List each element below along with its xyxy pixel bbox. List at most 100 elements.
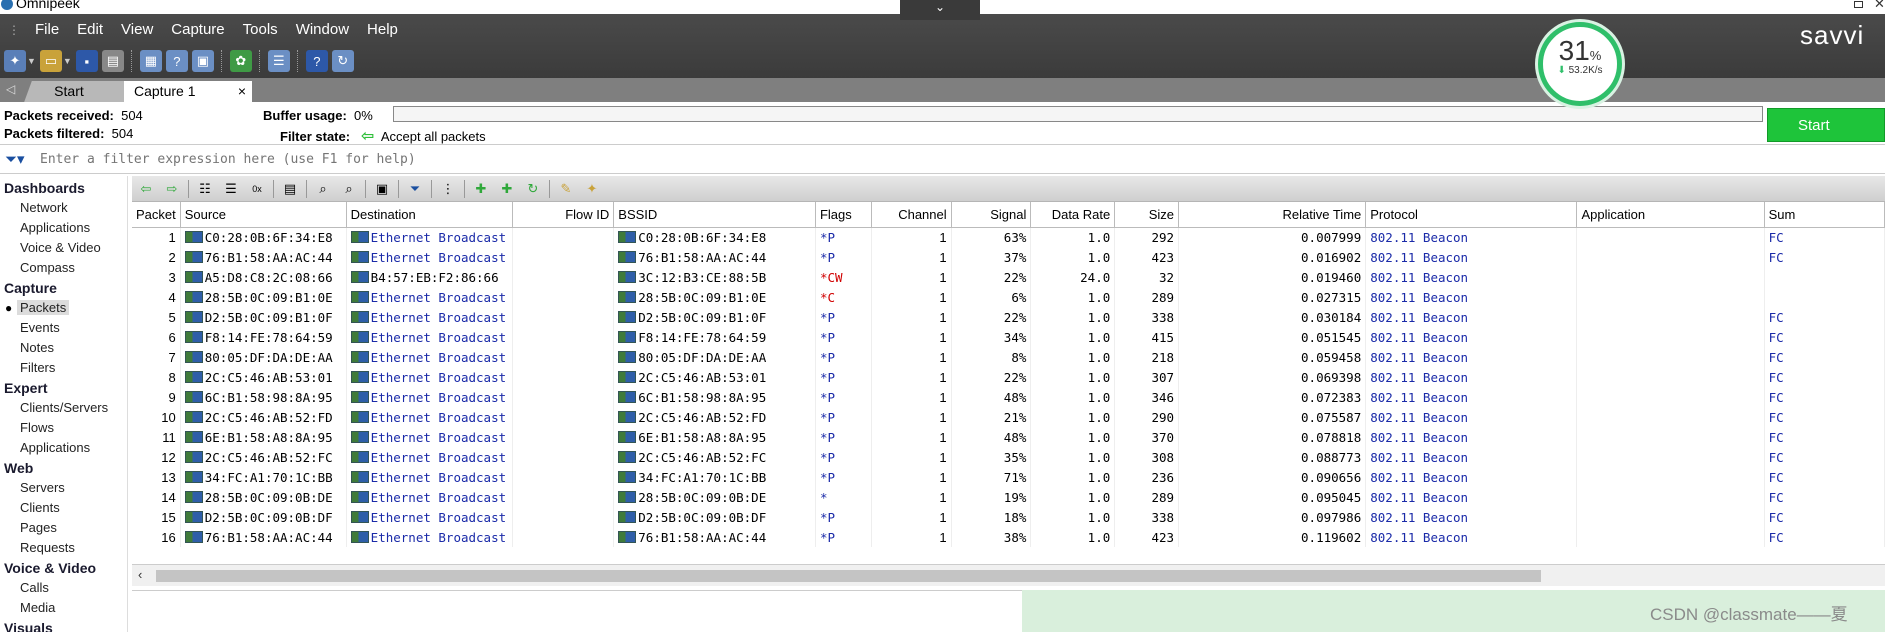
cell-flow-id bbox=[512, 427, 615, 447]
table-row[interactable]: 14 28:5B:0C:09:0B:DE Ethernet Broadcast 28:… bbox=[132, 487, 1885, 507]
tab-scroll-left-icon[interactable]: ◁ bbox=[6, 82, 15, 96]
table-row[interactable]: 8 2C:C5:46:AB:53:01 Ethernet Broadcast 2C:C… bbox=[132, 367, 1885, 387]
column-header-flags[interactable]: Flags bbox=[815, 202, 872, 228]
filter-funnel-icon[interactable]: ⏷ bbox=[405, 180, 425, 198]
dropdown-arrow-icon[interactable]: ▼ bbox=[63, 56, 72, 66]
menu-view[interactable]: View bbox=[112, 14, 162, 46]
table-row[interactable]: 12 2C:C5:46:AB:52:FC Ethernet Broadcast 2C:… bbox=[132, 447, 1885, 467]
add-node-icon[interactable]: ✚ bbox=[471, 180, 491, 198]
decode-view-icon[interactable]: ☰ bbox=[221, 180, 241, 198]
table-row[interactable]: 16 76:B1:58:AA:AC:44 Ethernet Broadcast 76:… bbox=[132, 527, 1885, 547]
table-row[interactable]: 13 34:FC:A1:70:1C:BB Ethernet Broadcast 34:… bbox=[132, 467, 1885, 487]
decode-icon[interactable]: ? bbox=[165, 50, 188, 72]
save-icon[interactable]: ▪ bbox=[75, 50, 98, 72]
menu-window[interactable]: Window bbox=[287, 14, 358, 46]
dropdown-arrow-icon[interactable]: ▼ bbox=[27, 56, 36, 66]
menu-edit[interactable]: Edit bbox=[68, 14, 112, 46]
select-icon[interactable]: ▣ bbox=[372, 180, 392, 198]
forward-arrow-icon[interactable]: ⇨ bbox=[162, 180, 182, 198]
table-row[interactable]: 1 C0:28:0B:6F:34:E8 Ethernet Broadcast C0:2… bbox=[132, 227, 1885, 247]
options-icon[interactable]: ☰ bbox=[267, 50, 290, 72]
remove-node-icon[interactable]: ✚ bbox=[497, 180, 517, 198]
restore-icon[interactable] bbox=[1854, 1, 1863, 8]
sidebar-item-voice-video[interactable]: Voice & Video bbox=[20, 240, 101, 255]
network-icon[interactable]: ✿ bbox=[229, 50, 252, 72]
sidebar-item-notes[interactable]: Notes bbox=[20, 340, 54, 355]
menu-tools[interactable]: Tools bbox=[234, 14, 287, 46]
edit-icon[interactable]: ✎ bbox=[556, 180, 576, 198]
sidebar-item-clients-servers[interactable]: Clients/Servers bbox=[20, 400, 108, 415]
column-header-application[interactable]: Application bbox=[1576, 202, 1765, 228]
cell-text: 1 bbox=[939, 309, 947, 325]
table-row[interactable]: 3 A5:D8:C8:2C:08:66 B4:57:EB:F2:86:66 3C:12… bbox=[132, 267, 1885, 287]
table-row[interactable]: 4 28:5B:0C:09:B1:0E Ethernet Broadcast 28:5… bbox=[132, 287, 1885, 307]
start-capture-button[interactable]: Start Capture bbox=[1767, 108, 1885, 168]
find-next-icon[interactable]: ⌕ bbox=[339, 180, 359, 198]
table-row[interactable]: 11 6E:B1:58:A8:8A:95 Ethernet Broadcast 6E:… bbox=[132, 427, 1885, 447]
sidebar-item-servers[interactable]: Servers bbox=[20, 480, 65, 495]
refresh-icon[interactable]: ↻ bbox=[331, 50, 354, 72]
scrollbar-thumb[interactable] bbox=[156, 570, 1541, 582]
filter-expression-input[interactable] bbox=[40, 149, 1870, 169]
address-node-icon bbox=[618, 250, 637, 263]
close-icon[interactable]: ✕ bbox=[1874, 0, 1885, 12]
scroll-left-icon[interactable]: ‹ bbox=[138, 567, 142, 582]
table-row[interactable]: 10 2C:C5:46:AB:52:FD Ethernet Broadcast 2C:… bbox=[132, 407, 1885, 427]
sidebar-item-events[interactable]: Events bbox=[20, 320, 60, 335]
menu-file[interactable]: File bbox=[26, 14, 68, 46]
hex-icon[interactable]: ▣ bbox=[191, 50, 214, 72]
column-header-relative-time[interactable]: Relative Time bbox=[1178, 202, 1367, 228]
sidebar-item-filters[interactable]: Filters bbox=[20, 360, 55, 375]
table-row[interactable]: 2 76:B1:58:AA:AC:44 Ethernet Broadcast 76:B… bbox=[132, 247, 1885, 267]
menu-capture[interactable]: Capture bbox=[162, 14, 233, 46]
sidebar-item-expert-applications[interactable]: Applications bbox=[20, 440, 90, 455]
column-header-protocol[interactable]: Protocol bbox=[1365, 202, 1578, 228]
filter-funnel-icon[interactable]: ⏷▾ bbox=[5, 150, 25, 168]
sidebar-item-applications[interactable]: Applications bbox=[20, 220, 90, 235]
sidebar-item-flows[interactable]: Flows bbox=[20, 420, 54, 435]
column-header-packet[interactable]: Packet bbox=[132, 202, 181, 228]
sidebar-item-calls[interactable]: Calls bbox=[20, 580, 49, 595]
column-header-sum[interactable]: Sum bbox=[1764, 202, 1885, 228]
help-icon[interactable]: ? bbox=[305, 50, 328, 72]
sidebar-item-media[interactable]: Media bbox=[20, 600, 55, 615]
table-row[interactable]: 6 F8:14:FE:78:64:59 Ethernet Broadcast F8:1… bbox=[132, 327, 1885, 347]
packet-list-view-icon[interactable]: ☷ bbox=[195, 180, 215, 198]
cell-text: 0.016902 bbox=[1301, 249, 1362, 265]
tab-capture-1[interactable]: Capture 1 × bbox=[124, 81, 252, 102]
table-row[interactable]: 15 D2:5B:0C:09:0B:DF Ethernet Broadcast D2:… bbox=[132, 507, 1885, 527]
back-arrow-icon[interactable]: ⇦ bbox=[136, 180, 156, 198]
sidebar-item-compass[interactable]: Compass bbox=[20, 260, 75, 275]
hex-view-icon[interactable]: 0x bbox=[247, 180, 267, 198]
column-header-signal[interactable]: Signal bbox=[951, 202, 1032, 228]
close-tab-icon[interactable]: × bbox=[238, 81, 246, 102]
table-row[interactable]: 9 6C:B1:58:98:8A:95 Ethernet Broadcast 6C:B… bbox=[132, 387, 1885, 407]
tab-start-page[interactable]: Start Page bbox=[24, 81, 132, 120]
column-header-destination[interactable]: Destination bbox=[346, 202, 513, 228]
sidebar-item-pages[interactable]: Pages bbox=[20, 520, 57, 535]
sidebar-item-network[interactable]: Network bbox=[20, 200, 68, 215]
column-header-flow-id[interactable]: Flow ID bbox=[512, 202, 615, 228]
packet-list-icon[interactable]: ▦ bbox=[139, 50, 162, 72]
sidebar-item-requests[interactable]: Requests bbox=[20, 540, 75, 555]
menu-help[interactable]: Help bbox=[358, 14, 407, 46]
column-header-bssid[interactable]: BSSID bbox=[613, 202, 816, 228]
column-header-source[interactable]: Source bbox=[180, 202, 347, 228]
sidebar-item-packets[interactable]: Packets bbox=[17, 300, 70, 315]
highlight-icon[interactable]: ✦ bbox=[582, 180, 602, 198]
open-folder-icon[interactable]: ▭ bbox=[39, 50, 62, 72]
column-icon[interactable]: ▤ bbox=[280, 180, 300, 198]
column-header-channel[interactable]: Channel bbox=[871, 202, 952, 228]
refresh-node-icon[interactable]: ↻ bbox=[523, 180, 543, 198]
capture-wand-icon[interactable]: ✦ bbox=[4, 50, 26, 72]
split-icon[interactable]: ⋮ bbox=[438, 180, 458, 198]
column-header-size[interactable]: Size bbox=[1114, 202, 1180, 228]
chevron-down-icon[interactable]: ⌄ bbox=[900, 0, 980, 20]
sidebar-item-clients[interactable]: Clients bbox=[20, 500, 60, 515]
find-icon[interactable]: ⌕ bbox=[313, 180, 333, 198]
table-row[interactable]: 5 D2:5B:0C:09:B1:0F Ethernet Broadcast D2:5… bbox=[132, 307, 1885, 327]
horizontal-scrollbar[interactable]: ‹ bbox=[132, 564, 1885, 586]
table-row[interactable]: 7 80:05:DF:DA:DE:AA Ethernet Broadcast 80:0… bbox=[132, 347, 1885, 367]
print-icon[interactable]: ▤ bbox=[101, 50, 124, 72]
column-header-data-rate[interactable]: Data Rate bbox=[1030, 202, 1116, 228]
